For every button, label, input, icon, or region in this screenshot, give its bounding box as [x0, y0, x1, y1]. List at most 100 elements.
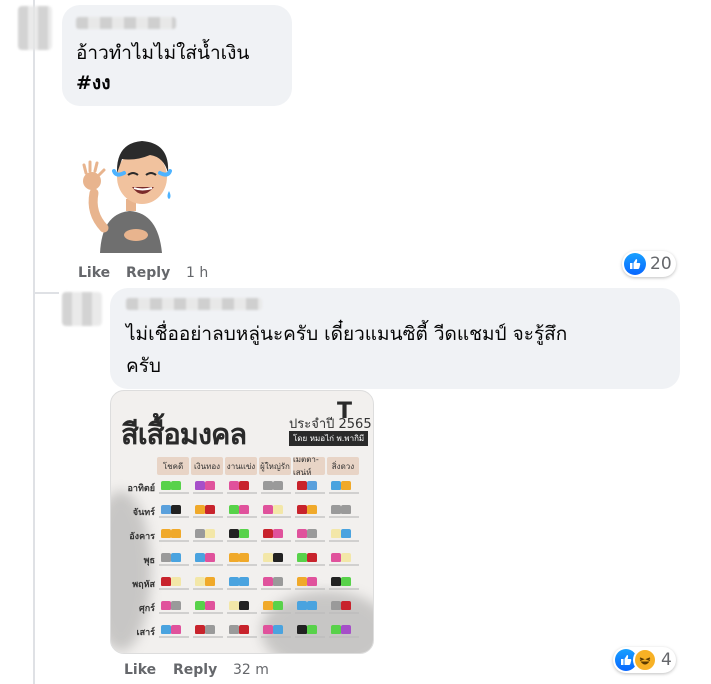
- column-header: เงินทอง: [191, 457, 223, 475]
- shirt-icon: [229, 577, 239, 586]
- shirt-icon: [341, 505, 351, 514]
- like-button-1[interactable]: Like: [78, 265, 110, 281]
- shirt-icon: [273, 529, 283, 538]
- cell-caption: [193, 636, 223, 638]
- shirt-icon: [229, 601, 239, 610]
- comment-bubble-2: ไม่เชื่ออย่าลบหลู่นะครับ เดี๋ยวแมนซิตี้ …: [110, 288, 680, 389]
- hashtag-link[interactable]: #งง: [76, 69, 110, 97]
- shirt-icon: [239, 577, 249, 586]
- cell-caption: [261, 564, 291, 566]
- shirt-icon: [273, 553, 283, 562]
- cell-caption: [227, 636, 257, 638]
- cell-caption: [159, 612, 189, 614]
- laughing-tears-sticker: [80, 133, 180, 253]
- commenter-name-2[interactable]: [126, 298, 262, 310]
- attached-image[interactable]: T สีเสื้อมงคล ประจำปี 2565 โดย หมอไก่ พ.…: [110, 390, 374, 654]
- shirt-icon: [239, 529, 249, 538]
- shirt-icon: [239, 553, 249, 562]
- shirt-icon: [263, 625, 273, 634]
- shirt-icon: [307, 553, 317, 562]
- shirt-icon: [229, 553, 239, 562]
- shirt-icon: [263, 553, 273, 562]
- cell-caption: [329, 588, 359, 590]
- cell-caption: [295, 612, 325, 614]
- cell-caption: [227, 516, 257, 518]
- laughing-face-icon: [633, 648, 657, 672]
- shirt-color-cell: [295, 529, 325, 542]
- comment-time-2[interactable]: 32 m: [233, 662, 269, 678]
- avatar-commenter-2[interactable]: [62, 292, 102, 326]
- shirt-color-cell: [295, 505, 325, 518]
- shirt-icon: [331, 625, 341, 634]
- shirt-color-cell: [295, 577, 325, 590]
- like-button-2[interactable]: Like: [124, 662, 156, 678]
- column-header: งานแข่ง: [225, 457, 257, 475]
- avatar-commenter-1[interactable]: [18, 6, 52, 50]
- shirt-color-cell: [261, 481, 291, 494]
- shirt-icon: [273, 577, 283, 586]
- column-header: สิ่งดวง: [327, 457, 359, 475]
- cell-caption: [295, 564, 325, 566]
- shirt-icon: [229, 529, 239, 538]
- shirt-color-cell: [295, 625, 325, 638]
- shirt-icon: [171, 577, 181, 586]
- comment-text-line-1: อ้าวทำไมไม่ใส่น้ำเงิน: [76, 42, 250, 64]
- day-label: จันทร์: [132, 508, 155, 518]
- reaction-count-1: 20: [650, 254, 672, 274]
- column-header: โชคดี: [157, 457, 189, 475]
- shirt-color-cell: [159, 553, 189, 566]
- cell-caption: [329, 492, 359, 494]
- shirt-icon: [171, 625, 181, 634]
- day-label: เสาร์: [136, 628, 155, 638]
- cell-caption: [261, 540, 291, 542]
- shirt-color-cell: [261, 505, 291, 518]
- cell-caption: [193, 612, 223, 614]
- shirt-color-cell: [159, 529, 189, 542]
- shirt-icon: [331, 481, 341, 490]
- shirt-icon: [195, 481, 205, 490]
- commenter-name-1[interactable]: [76, 17, 176, 29]
- shirt-icon: [171, 481, 181, 490]
- shirt-icon: [331, 601, 341, 610]
- shirt-color-cell: [193, 529, 223, 542]
- shirt-color-cell: [193, 577, 223, 590]
- shirt-icon: [195, 553, 205, 562]
- shirt-color-cell: [227, 601, 257, 614]
- shirt-icon: [297, 625, 307, 634]
- shirt-icon: [239, 505, 249, 514]
- image-byline: โดย หมอไก่ พ.พากิมี: [289, 431, 369, 446]
- shirt-icon: [263, 505, 273, 514]
- shirt-icon: [273, 601, 283, 610]
- shirt-icon: [205, 553, 215, 562]
- shirt-icon: [273, 481, 283, 490]
- day-label: พุธ: [143, 556, 155, 566]
- shirt-icon: [297, 481, 307, 490]
- shirt-color-cell: [159, 481, 189, 494]
- reply-button-2[interactable]: Reply: [173, 662, 217, 678]
- shirt-icon: [239, 481, 249, 490]
- shirt-icon: [307, 625, 317, 634]
- shirt-color-cell: [295, 553, 325, 566]
- cell-caption: [159, 516, 189, 518]
- shirt-color-cell: [227, 553, 257, 566]
- shirt-icon: [341, 577, 351, 586]
- shirt-icon: [171, 553, 181, 562]
- shirt-icon: [161, 625, 171, 634]
- shirt-icon: [161, 505, 171, 514]
- shirt-icon: [205, 529, 215, 538]
- shirt-icon: [331, 577, 341, 586]
- reply-button-1[interactable]: Reply: [126, 265, 170, 281]
- shirt-icon: [263, 577, 273, 586]
- reaction-summary-2[interactable]: 4: [613, 647, 676, 673]
- comment-time-1[interactable]: 1 h: [186, 265, 208, 281]
- cell-caption: [329, 516, 359, 518]
- reaction-summary-1[interactable]: 20: [622, 251, 676, 277]
- shirt-icon: [171, 529, 181, 538]
- shirt-icon: [171, 505, 181, 514]
- cell-caption: [159, 564, 189, 566]
- shirt-color-cell: [227, 505, 257, 518]
- shirt-icon: [341, 625, 351, 634]
- cell-caption: [193, 516, 223, 518]
- cell-caption: [295, 540, 325, 542]
- comment-bubble-1: อ้าวทำไมไม่ใส่น้ำเงิน #งง: [62, 5, 292, 106]
